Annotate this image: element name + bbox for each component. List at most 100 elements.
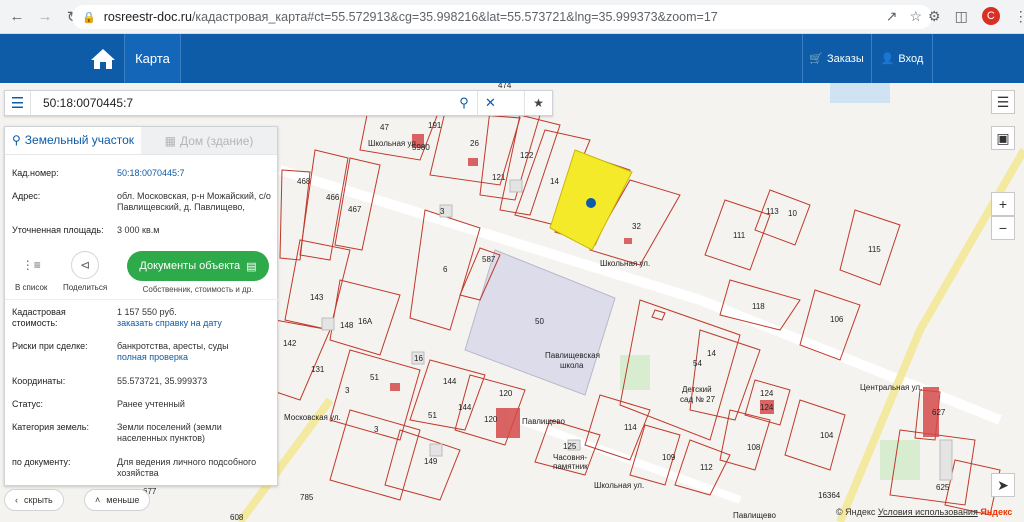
map-label: 14	[550, 177, 559, 186]
address-value: обл. Московская, р-н Можайский, с/о Павл…	[117, 191, 271, 212]
map-label: 587	[482, 255, 496, 264]
sidepanel-icon[interactable]: ◫	[955, 8, 968, 25]
share-button[interactable]: ⊲ Поделиться	[63, 251, 107, 292]
map-label: 3	[440, 207, 445, 216]
map-label: Павлищево	[522, 417, 566, 426]
by-document-label: по документу:	[12, 457, 71, 467]
search-input[interactable]	[31, 92, 451, 114]
map-label: 47	[380, 123, 389, 132]
cart-icon: 🛒	[809, 53, 823, 65]
add-to-list-button[interactable]: ⋮≡ В список	[15, 251, 47, 292]
map-label: Школьная ул.	[600, 259, 650, 268]
map-label: 120	[484, 415, 498, 424]
share-icon: ⊲	[71, 251, 100, 279]
map-label: 143	[310, 293, 324, 302]
search-icon[interactable]: ⚲	[451, 91, 477, 115]
add-to-list-label: В список	[15, 283, 48, 292]
list-icon: ⋮≡	[21, 258, 41, 272]
home-icon[interactable]	[82, 34, 124, 83]
map-attribution: © Яндекс Условия использования Яндекс	[836, 507, 1012, 517]
forward-icon[interactable]: →	[34, 6, 56, 28]
map-label: 466	[326, 193, 340, 202]
selected-marker	[586, 198, 596, 208]
map-label: 10	[788, 209, 797, 218]
extensions-icon[interactable]: ⚙	[928, 8, 941, 25]
map-label: 115	[868, 245, 881, 254]
document-icon: ▤	[246, 260, 257, 273]
map-label: 142	[283, 339, 297, 348]
tab-land-plot[interactable]: ⚲ Земельный участок	[5, 127, 141, 154]
favorite-star-icon[interactable]: ★	[524, 91, 552, 115]
login-button[interactable]: 👤 Вход	[871, 34, 933, 83]
by-document-value: Для ведения личного подсобного хозяйства	[117, 457, 257, 478]
map-label: 121	[492, 173, 506, 182]
profile-avatar[interactable]: С	[981, 7, 1000, 25]
map-label: 6	[443, 265, 448, 274]
map-label: 104	[820, 431, 834, 440]
map-label: 627	[932, 408, 946, 417]
map-label: Детский	[682, 385, 712, 394]
map-label: 109	[662, 453, 676, 462]
url-path: /кадастровая_карта#ct=55.572913&cg=35.99…	[191, 10, 718, 24]
less-info-label: меньше	[106, 495, 140, 505]
hide-panel-button[interactable]: ‹ скрыть	[4, 489, 64, 511]
cad-number-link[interactable]: 50:18:0070445:7	[117, 168, 185, 178]
map-label: Школьная ул.	[594, 481, 644, 490]
address-bar[interactable]: 🔒 rosreestr-doc.ru/кадастровая_карта#ct=…	[72, 5, 932, 29]
attribution-copyright: © Яндекс	[836, 507, 876, 517]
close-icon[interactable]: ✕	[477, 91, 503, 115]
tab-map[interactable]: Карта	[124, 34, 181, 83]
map-label: школа	[560, 361, 584, 370]
map-label: Московская ул.	[284, 413, 341, 422]
layers-icon[interactable]: ☰	[991, 90, 1015, 114]
menu-icon[interactable]: ☰	[5, 91, 31, 115]
orders-label: Заказы	[826, 52, 864, 65]
orders-button[interactable]: 🛒 Заказы	[802, 34, 870, 83]
menu-dots-icon[interactable]: ⋮	[1014, 8, 1024, 25]
map-label: 108	[747, 443, 761, 452]
map-label: 106	[830, 315, 844, 324]
bookmark-star-icon[interactable]: ☆	[909, 8, 922, 25]
zoom-in-button[interactable]: +	[991, 192, 1015, 216]
share-page-icon[interactable]: ↗	[886, 8, 898, 25]
app-header: Карта 🛒 Заказы 👤 Вход	[0, 34, 1024, 83]
zoom-out-button[interactable]: −	[991, 216, 1015, 240]
map-label: 16364	[818, 491, 841, 500]
tab-building-label: Дом (здание)	[179, 133, 254, 148]
map-label: 625	[936, 483, 950, 492]
lock-icon: 🔒	[82, 11, 96, 24]
map-label: Павлищево	[733, 511, 777, 520]
map-label: 14	[707, 349, 716, 358]
tab-building[interactable]: ▦ Дом (здание)	[141, 127, 277, 154]
risks-label: Риски при сделке:	[12, 341, 88, 351]
map-label: 148	[340, 321, 354, 330]
map-label: 144	[458, 403, 472, 412]
map-label: 50	[535, 317, 544, 326]
less-info-button[interactable]: ˄ меньше	[84, 489, 151, 511]
locate-icon[interactable]: ➤	[991, 473, 1015, 497]
terms-link[interactable]: Условия использования	[878, 507, 978, 517]
map-label: 26	[470, 139, 479, 148]
legend-icon[interactable]: ▣	[991, 126, 1015, 150]
map-label: 144	[443, 377, 457, 386]
map-label: 124	[760, 389, 774, 398]
back-icon[interactable]: ←	[6, 6, 28, 28]
map-label: 113	[766, 207, 779, 216]
map-label: 467	[348, 205, 362, 214]
url-host: rosreestr-doc.ru	[103, 10, 192, 24]
map-label: 191	[428, 121, 442, 130]
building-icon: ▦	[164, 133, 176, 148]
map-label: 32	[632, 222, 641, 231]
cadastral-cost-value: 1 157 550 руб.	[117, 307, 177, 317]
cad-number-label: Кад.номер:	[12, 168, 59, 178]
full-check-link[interactable]: полная проверка	[117, 352, 188, 362]
chevron-up-icon: ˄	[95, 495, 101, 505]
risks-value: банкротства, аресты, суды	[117, 341, 229, 351]
object-documents-button[interactable]: Документы объекта ▤	[127, 251, 269, 281]
pin-icon: ⚲	[12, 132, 21, 147]
order-certificate-link[interactable]: заказать справку на дату	[117, 318, 222, 328]
object-documents-subtitle: Собственник, стоимость и др.	[142, 285, 254, 294]
map-label: 3	[374, 425, 379, 434]
map-label: 122	[520, 151, 534, 160]
panel-actions: ⋮≡ В список ⊲ Поделиться Документы объек…	[5, 247, 279, 299]
